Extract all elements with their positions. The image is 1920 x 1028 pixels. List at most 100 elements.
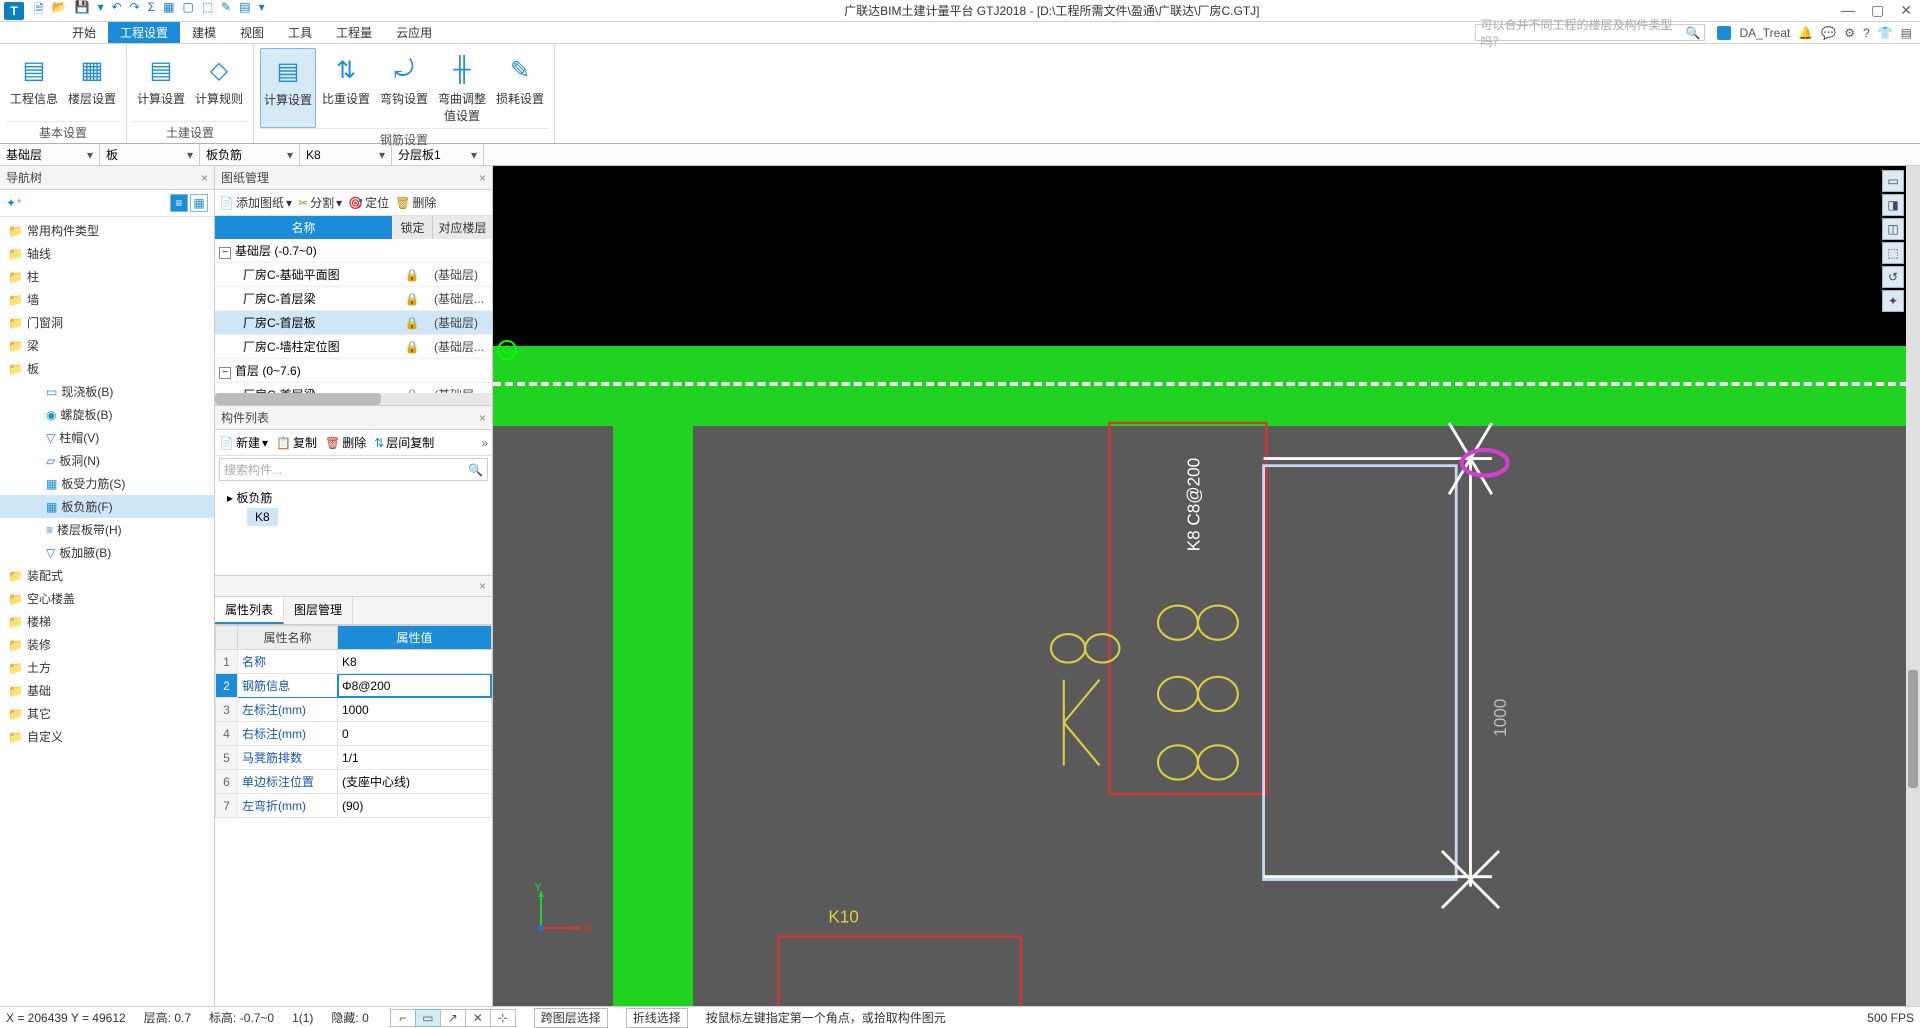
nav-item-13[interactable]: 📁其它: [0, 702, 214, 725]
st-tool-3[interactable]: ↗: [440, 1009, 466, 1027]
dwg-add-button[interactable]: 📄添加图纸 ▾: [219, 194, 292, 211]
nav-item-0[interactable]: 📁常用构件类型: [0, 219, 214, 242]
prop-value[interactable]: (90): [338, 794, 492, 818]
nav-close-icon[interactable]: ×: [201, 171, 208, 185]
nav-child-2[interactable]: ▽柱帽(V): [0, 426, 214, 449]
selector-4[interactable]: 分层板1▾: [392, 144, 484, 165]
comp-layercopy-button[interactable]: ⇅层间复制: [374, 434, 434, 451]
lock-icon[interactable]: 🔒: [392, 292, 432, 306]
nav-item-14[interactable]: 📁自定义: [0, 725, 214, 748]
dwg-hscroll[interactable]: [215, 393, 492, 405]
st-tool-5[interactable]: ⊹: [490, 1009, 516, 1027]
comp-copy-button[interactable]: 📋复制: [276, 434, 317, 451]
nav-child-4[interactable]: ▦板受力筋(S): [0, 472, 214, 495]
comp-new-button[interactable]: 📄新建 ▾: [219, 434, 268, 451]
ribbon-btn-2-1[interactable]: ⇅比重设置: [318, 48, 374, 128]
vp-tool-3[interactable]: ◫: [1882, 218, 1904, 240]
viewport-vscroll[interactable]: [1906, 166, 1920, 1006]
comp-search[interactable]: 搜索构件... 🔍: [219, 458, 488, 481]
user-name[interactable]: DA_Treat: [1739, 26, 1790, 40]
maximize-icon[interactable]: ▢: [1867, 2, 1888, 19]
skin-icon[interactable]: 👕: [1878, 26, 1893, 40]
nav-item-6[interactable]: 📁板: [0, 357, 214, 380]
nav-child-7[interactable]: ▽板加腋(B): [0, 541, 214, 564]
vp-tool-1[interactable]: ▭: [1882, 170, 1904, 192]
ribbon-btn-2-4[interactable]: ✎损耗设置: [492, 48, 548, 128]
view-grid-icon[interactable]: ▦: [190, 194, 208, 212]
prop-close-icon[interactable]: ×: [479, 579, 486, 593]
ribbon-btn-0-0[interactable]: ▤工程信息: [6, 48, 62, 121]
lock-icon[interactable]: 🔒: [392, 340, 432, 354]
prop-tab-1[interactable]: 图层管理: [284, 597, 353, 624]
comp-more-icon[interactable]: »: [481, 436, 488, 450]
qat-more-icon[interactable]: ▾: [257, 0, 267, 21]
vp-tool-5[interactable]: ↺: [1882, 266, 1904, 288]
st-tool-1[interactable]: ⌐: [390, 1009, 416, 1027]
nav-item-5[interactable]: 📁梁: [0, 334, 214, 357]
dwg-split-button[interactable]: ✂分割 ▾: [298, 194, 342, 211]
user-avatar-icon[interactable]: [1717, 26, 1731, 40]
qat-save-icon[interactable]: 💾: [73, 0, 92, 21]
nav-add-icon[interactable]: ✦⁺: [6, 196, 22, 210]
help-icon[interactable]: ?: [1863, 26, 1870, 40]
qat-open-icon[interactable]: 📂: [50, 0, 69, 21]
status-polyline-button[interactable]: 折线选择: [626, 1008, 688, 1028]
menu-tab-2[interactable]: 建模: [180, 22, 228, 43]
nav-item-9[interactable]: 📁楼梯: [0, 610, 214, 633]
ribbon-btn-1-0[interactable]: ▤计算设置: [133, 48, 189, 121]
vp-tool-6[interactable]: ✦: [1882, 290, 1904, 312]
selector-0[interactable]: 基础层▾: [0, 144, 100, 165]
selector-3[interactable]: K8▾: [300, 144, 392, 165]
prop-tab-0[interactable]: 属性列表: [215, 597, 284, 624]
qat-dd-icon[interactable]: ▾: [96, 0, 106, 21]
help-search[interactable]: 可以合并不同工程的楼层及构件类型吗？ 🔍: [1475, 24, 1705, 41]
menu-tab-1[interactable]: 工程设置: [108, 22, 180, 43]
qat-grid-icon[interactable]: ▦: [161, 0, 176, 21]
st-tool-2[interactable]: ▭: [415, 1009, 441, 1027]
prop-value[interactable]: (支座中心线): [338, 770, 492, 794]
ribbon-btn-0-1[interactable]: ▦楼层设置: [64, 48, 120, 121]
close-icon[interactable]: ✕: [1896, 2, 1916, 19]
prop-value[interactable]: 1/1: [338, 746, 492, 770]
lock-icon[interactable]: 🔒: [392, 268, 432, 282]
prop-value[interactable]: K8: [338, 650, 492, 674]
qat-ruler-icon[interactable]: ▤: [237, 0, 252, 21]
dwg-row-6[interactable]: 厂房C-首层梁🔒(基础层: [215, 383, 492, 393]
nav-item-10[interactable]: 📁装修: [0, 633, 214, 656]
menu-tab-3[interactable]: 视图: [228, 22, 276, 43]
ribbon-btn-2-2[interactable]: ⤾弯钩设置: [376, 48, 432, 128]
st-tool-4[interactable]: ✕: [465, 1009, 491, 1027]
vp-tool-2[interactable]: ◨: [1882, 194, 1904, 216]
menu-tab-6[interactable]: 云应用: [384, 22, 444, 43]
qat-undo-icon[interactable]: ↶: [110, 0, 124, 21]
qat-edit-icon[interactable]: ✎: [219, 0, 233, 21]
qat-box-icon[interactable]: ▢: [180, 0, 195, 21]
dwg-locate-button[interactable]: 🎯定位: [348, 194, 389, 211]
dwg-row-3[interactable]: 厂房C-首层板🔒(基础层): [215, 311, 492, 335]
chat-icon[interactable]: 💬: [1821, 26, 1836, 40]
menu-tab-0[interactable]: 开始: [60, 22, 108, 43]
dwg-row-5[interactable]: −首层 (0~7.6): [215, 359, 492, 383]
nav-item-8[interactable]: 📁空心楼盖: [0, 587, 214, 610]
viewport[interactable]: G K8 C8@200: [493, 166, 1920, 1006]
qat-new-icon[interactable]: 🗎: [32, 0, 46, 21]
nav-item-3[interactable]: 📁墙: [0, 288, 214, 311]
nav-item-12[interactable]: 📁基础: [0, 679, 214, 702]
dwg-close-icon[interactable]: ×: [479, 171, 486, 185]
comp-root[interactable]: ▸ 板负筋: [223, 487, 484, 508]
qat-col-icon[interactable]: ⬚: [200, 0, 215, 21]
status-cross-layer-button[interactable]: 跨图层选择: [534, 1008, 608, 1028]
ribbon-btn-2-3[interactable]: ╫弯曲调整值设置: [434, 48, 490, 128]
dwg-row-4[interactable]: 厂房C-墙柱定位图🔒(基础层...: [215, 335, 492, 359]
nav-child-0[interactable]: ▭现浇板(B): [0, 380, 214, 403]
nav-item-2[interactable]: 📁柱: [0, 265, 214, 288]
nav-child-3[interactable]: ▱板洞(N): [0, 449, 214, 472]
dwg-row-0[interactable]: −基础层 (-0.7~0): [215, 239, 492, 263]
dwg-row-2[interactable]: 厂房C-首层梁🔒(基础层...: [215, 287, 492, 311]
nav-item-1[interactable]: 📁轴线: [0, 242, 214, 265]
vp-tool-4[interactable]: ⬚: [1882, 242, 1904, 264]
selector-1[interactable]: 板▾: [100, 144, 200, 165]
selector-2[interactable]: 板负筋▾: [200, 144, 300, 165]
comp-delete-button[interactable]: 🗑删除: [325, 434, 366, 451]
ribbon-btn-1-1[interactable]: ◇计算规则: [191, 48, 247, 121]
